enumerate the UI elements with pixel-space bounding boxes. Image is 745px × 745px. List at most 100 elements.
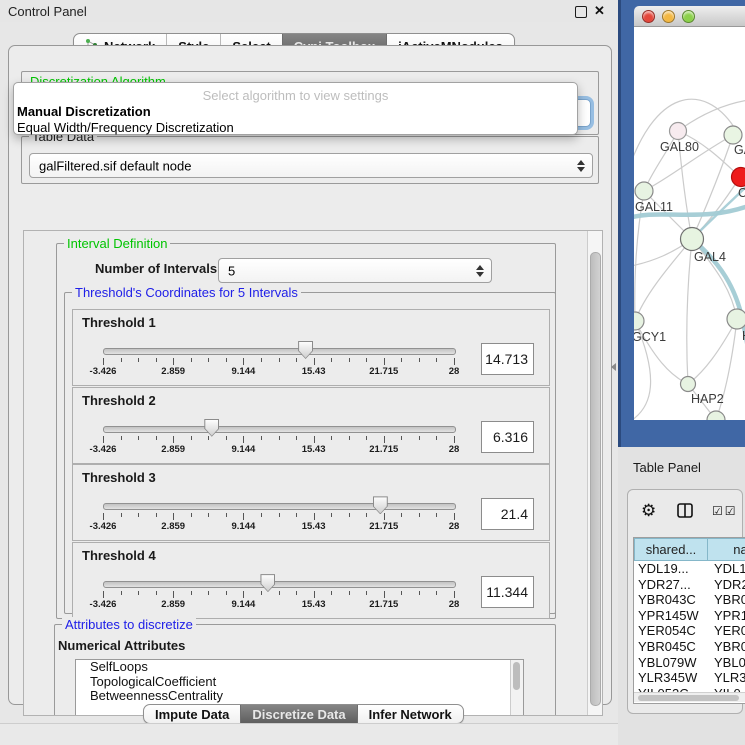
network-node-hap2[interactable] — [681, 377, 696, 392]
tick-label: 15.43 — [302, 599, 326, 610]
node-label: HAP2 — [691, 392, 724, 406]
minimize-traffic-light-icon[interactable] — [662, 10, 675, 23]
close-icon[interactable]: ✕ — [594, 3, 605, 19]
tab-discretize-data[interactable]: Discretize Data — [240, 705, 356, 723]
threshold-slider-panel: Threshold 2-3.4262.8599.14415.4321.71528… — [72, 387, 550, 464]
list-item[interactable]: TopologicalCoefficient — [76, 675, 523, 690]
panel-sash-arrow-icon[interactable] — [611, 363, 616, 371]
slider-track[interactable] — [103, 348, 456, 355]
attributes-group: Attributes to discretize Numerical Attri… — [54, 624, 556, 716]
tick-mark — [138, 591, 139, 595]
tick-label: 9.144 — [232, 599, 256, 610]
group-title: Threshold's Coordinates for 5 Intervals — [72, 285, 301, 300]
screenshot-root: Control Panel ✕ NetworkStyleSelectCyni T… — [0, 0, 745, 745]
tick-mark — [331, 358, 332, 362]
threshold-label: Threshold 1 — [82, 315, 156, 330]
tick-mark — [261, 591, 262, 595]
list-item[interactable]: BetweennessCentrality — [76, 689, 523, 704]
tick-mark — [279, 436, 280, 440]
column-header-shared-name[interactable]: shared... — [634, 538, 708, 561]
threshold-label: Threshold 4 — [82, 548, 156, 563]
number-of-intervals-combobox[interactable]: 5 — [218, 258, 492, 283]
group-title: Attributes to discretize — [62, 617, 196, 632]
tab-infer-network[interactable]: Infer Network — [357, 705, 463, 723]
network-edge[interactable] — [687, 239, 692, 384]
tick-mark — [349, 436, 350, 440]
slider-thumb[interactable] — [298, 341, 313, 359]
threshold-slider-panel: Threshold 1-3.4262.8599.14415.4321.71528… — [72, 309, 550, 386]
network-window-titlebar[interactable] — [634, 6, 745, 27]
network-node-gal80[interactable] — [670, 123, 687, 140]
slider-thumb[interactable] — [204, 419, 219, 437]
tick-mark — [419, 436, 420, 440]
slider-track[interactable] — [103, 581, 456, 588]
list-item[interactable]: SelfLoops — [76, 660, 523, 675]
scrollbar-thumb[interactable] — [513, 662, 520, 690]
horizontal-scrollbar[interactable] — [634, 692, 745, 702]
tick-label: 21.715 — [369, 366, 398, 377]
scrollbar-thumb[interactable] — [590, 252, 601, 706]
table-row[interactable]: YBL079WYBL0 — [634, 655, 745, 671]
slider-track[interactable] — [103, 426, 456, 433]
tick-mark — [121, 591, 122, 595]
list-scrollbar[interactable] — [510, 660, 523, 716]
combo-value: 5 — [228, 263, 235, 278]
table-data-combobox[interactable]: galFiltered.sif default node — [29, 153, 593, 178]
settings-scrollpane: Interval Definition Number of Intervals … — [23, 230, 603, 716]
table-row[interactable]: YDL19...YDL1 — [634, 561, 745, 577]
slider-thumb[interactable] — [373, 496, 388, 514]
float-window-icon[interactable] — [575, 6, 587, 18]
network-node-gcy1[interactable] — [634, 312, 644, 330]
popup-option[interactable]: Manual Discretization — [17, 104, 151, 119]
gear-icon[interactable]: ⚙ — [641, 501, 656, 521]
interval-definition-group: Interval Definition Number of Intervals … — [56, 243, 556, 619]
table-row[interactable]: YPR145WYPR1 — [634, 608, 745, 624]
column-header-name[interactable]: na — [708, 538, 745, 561]
tick-mark — [121, 358, 122, 362]
network-edge[interactable] — [688, 319, 737, 384]
table-row[interactable]: YBR045CYBR0 — [634, 639, 745, 655]
tick-label: -3.426 — [90, 444, 117, 455]
tick-mark — [191, 436, 192, 440]
network-edge[interactable] — [635, 239, 692, 321]
tick-label: 28 — [449, 444, 460, 455]
popup-option[interactable]: Equal Width/Frequency Discretization — [17, 120, 234, 135]
tick-label: 15.43 — [302, 366, 326, 377]
tick-mark — [156, 591, 157, 595]
close-traffic-light-icon[interactable] — [642, 10, 655, 23]
threshold-value-field[interactable]: 6.316 — [481, 421, 534, 453]
tick-mark — [436, 591, 437, 595]
thresholds-group: Threshold's Coordinates for 5 Intervals … — [64, 292, 556, 614]
threshold-value-field[interactable]: 11.344 — [481, 576, 534, 608]
vertical-scrollbar[interactable] — [587, 231, 602, 715]
cell-shared-name: YDR27... — [634, 577, 708, 593]
slider-track[interactable] — [103, 503, 456, 510]
group-title: Interval Definition — [64, 236, 170, 251]
threshold-value-field[interactable]: 14.713 — [481, 343, 534, 375]
tab-impute-data[interactable]: Impute Data — [144, 705, 240, 723]
table-row[interactable]: YDR27...YDR2 — [634, 577, 745, 593]
network-canvas[interactable]: GAL80GACGAL11GAL4GCY1HHAP2 — [634, 27, 745, 420]
split-column-icon[interactable] — [677, 503, 693, 523]
slider-thumb[interactable] — [260, 574, 275, 592]
node-label: GA — [734, 143, 745, 157]
table-row[interactable]: YER054CYER0 — [634, 623, 745, 639]
network-node-ga[interactable] — [724, 126, 742, 144]
zoom-traffic-light-icon[interactable] — [682, 10, 695, 23]
network-node-gal4[interactable] — [681, 228, 704, 251]
network-node-c[interactable] — [732, 168, 745, 187]
tick-mark — [103, 358, 104, 365]
network-node-gal11[interactable] — [635, 182, 653, 200]
checkbox-icons[interactable]: ☑☑ — [712, 504, 738, 518]
scrollbar-thumb[interactable] — [638, 695, 739, 701]
network-node-h[interactable] — [727, 309, 745, 329]
cell-shared-name: YER054C — [634, 623, 708, 639]
threshold-value-field[interactable]: 21.4 — [481, 498, 534, 530]
slider-thumb-face — [299, 342, 312, 358]
table-row[interactable]: YBR043CYBR0 — [634, 592, 745, 608]
node-attribute-table[interactable]: shared... na YDL19...YDL1YDR27...YDR2YBR… — [633, 537, 745, 704]
table-row[interactable]: YLR345WYLR3 — [634, 670, 745, 686]
tick-label: 28 — [449, 366, 460, 377]
right-region: GAL80GACGAL11GAL4GCY1HHAP2 Table Panel ⚙… — [618, 0, 745, 745]
cell-shared-name: YBL079W — [634, 655, 708, 671]
